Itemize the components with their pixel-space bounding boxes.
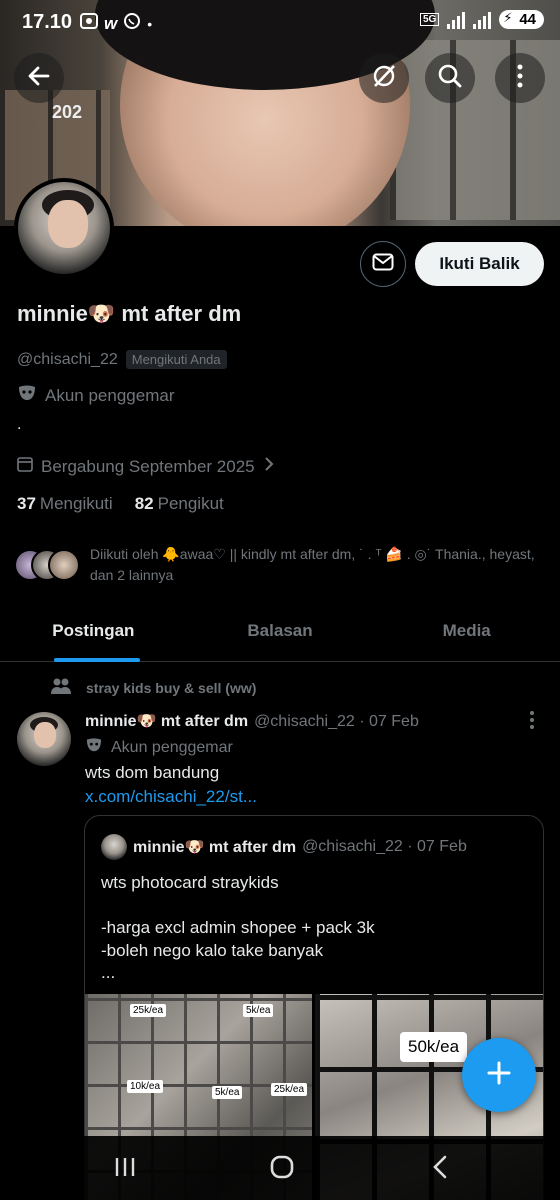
- avatar-face: [48, 200, 88, 248]
- post-fan-label: Akun penggemar: [85, 737, 233, 758]
- quoted-post-header: minnie🐶 mt after dm @chisachi_22 · 07 Fe…: [101, 834, 467, 860]
- price-tag: 5k/ea: [212, 1086, 243, 1099]
- signal-icon-2: [473, 11, 492, 29]
- profile-handle: @chisachi_22: [17, 350, 118, 368]
- post-more-icon[interactable]: [527, 711, 537, 729]
- post-fan-text: Akun penggemar: [111, 738, 233, 756]
- post-text: wts dom bandung: [85, 763, 220, 782]
- following-label: Mengikuti: [39, 494, 113, 513]
- grok-button[interactable]: [359, 53, 409, 103]
- followers-number: 82: [134, 494, 154, 513]
- follow-counts: 37 Mengikuti 82 Pengikut: [17, 494, 224, 514]
- network-type: 5G: [419, 13, 440, 26]
- mask-icon: [17, 384, 37, 407]
- mask-icon: [85, 737, 103, 758]
- banner-text: 202: [52, 102, 83, 122]
- notification-icons: w •: [80, 12, 152, 35]
- recent-apps-icon: [114, 1156, 136, 1183]
- profile-avatar[interactable]: [14, 178, 114, 278]
- signal-icon: [447, 11, 466, 29]
- follow-back-button[interactable]: Ikuti Balik: [415, 242, 544, 286]
- follower-avatar: [48, 549, 80, 581]
- quoted-author-name: minnie🐶 mt after dm: [133, 839, 297, 856]
- status-time: 17.10: [22, 11, 73, 33]
- envelope-icon: [372, 253, 394, 276]
- plus-icon: [486, 1060, 512, 1091]
- post-link[interactable]: x.com/chisachi_22/st...: [85, 787, 257, 807]
- followed-by-row[interactable]: Diikuti oleh 🐥awaa♡ || kindly mt after d…: [14, 544, 544, 586]
- chevron-left-icon: [431, 1155, 449, 1184]
- system-navigation-bar: [0, 1136, 560, 1200]
- message-button[interactable]: [360, 241, 406, 287]
- back-button[interactable]: [14, 53, 64, 103]
- post-author-meta: @chisachi_22 · 07 Feb: [254, 713, 419, 730]
- community-context[interactable]: stray kids buy & sell (ww): [50, 677, 256, 698]
- quoted-author-meta: @chisachi_22 · 07 Feb: [302, 838, 467, 855]
- profile-tabs: Postingan Balasan Media: [0, 604, 560, 662]
- home-icon: [269, 1154, 295, 1185]
- joined-text: Bergabung September 2025: [41, 456, 255, 476]
- followed-by-text: Diikuti oleh 🐥awaa♡ || kindly mt after d…: [90, 546, 535, 583]
- w-app-icon: w: [104, 13, 118, 33]
- tab-media[interactable]: Media: [373, 604, 560, 661]
- battery-indicator: 44: [499, 10, 544, 29]
- screen-record-icon: [80, 13, 98, 34]
- community-icon: [50, 677, 72, 698]
- system-icons: 5G 44: [419, 10, 544, 29]
- recent-apps-button[interactable]: [105, 1154, 145, 1184]
- price-tag: 25k/ea: [271, 1083, 308, 1096]
- post-author-name[interactable]: minnie🐶 mt after dm: [85, 711, 248, 731]
- calendar-icon: [17, 456, 33, 477]
- followers-label: Pengikut: [157, 494, 224, 513]
- price-tag: 5k/ea: [243, 1004, 274, 1017]
- grok-icon: [370, 62, 398, 95]
- post-author-avatar[interactable]: [17, 712, 71, 766]
- price-tag: 25k/ea: [130, 1004, 167, 1017]
- followers-count[interactable]: 82 Pengikut: [135, 494, 224, 514]
- quoted-author-avatar: [101, 834, 127, 860]
- dot-icon: •: [147, 15, 153, 32]
- back-nav-button[interactable]: [420, 1154, 460, 1184]
- more-vertical-icon: [517, 64, 523, 93]
- post-avatar-face: [34, 722, 56, 748]
- whatsapp-icon: [123, 12, 141, 35]
- more-options-button[interactable]: [495, 53, 545, 103]
- post-header: minnie🐶 mt after dm @chisachi_22 · 07 Fe…: [85, 711, 419, 731]
- fan-label-text: Akun penggemar: [45, 385, 175, 405]
- search-button[interactable]: [425, 53, 475, 103]
- price-tag: 10k/ea: [127, 1080, 164, 1093]
- home-button[interactable]: [262, 1154, 302, 1184]
- status-bar: 17.10 w • 5G 44: [0, 0, 560, 46]
- profile-bio: .: [17, 416, 22, 433]
- joined-date[interactable]: Bergabung September 2025: [17, 456, 275, 477]
- compose-button[interactable]: [462, 1038, 536, 1112]
- profile-display-name: minnie🐶 mt after dm: [17, 301, 242, 326]
- following-count[interactable]: 37 Mengikuti: [17, 494, 113, 514]
- handle-row: @chisachi_22 Mengikuti Anda: [17, 350, 227, 369]
- tab-posts[interactable]: Postingan: [0, 604, 187, 662]
- community-name: stray kids buy & sell (ww): [86, 679, 257, 696]
- tab-replies[interactable]: Balasan: [187, 604, 374, 661]
- price-tag-large: 50k/ea: [400, 1032, 468, 1062]
- arrow-left-icon: [26, 63, 52, 94]
- fan-account-label: Akun penggemar: [17, 384, 174, 407]
- quoted-post-body: wts photocard straykids -harga excl admi…: [101, 873, 375, 982]
- following-number: 37: [17, 494, 36, 513]
- chevron-right-icon: [263, 456, 275, 477]
- search-icon: [437, 63, 463, 94]
- follows-you-badge: Mengikuti Anda: [125, 350, 227, 369]
- followed-by-avatars: [14, 547, 80, 581]
